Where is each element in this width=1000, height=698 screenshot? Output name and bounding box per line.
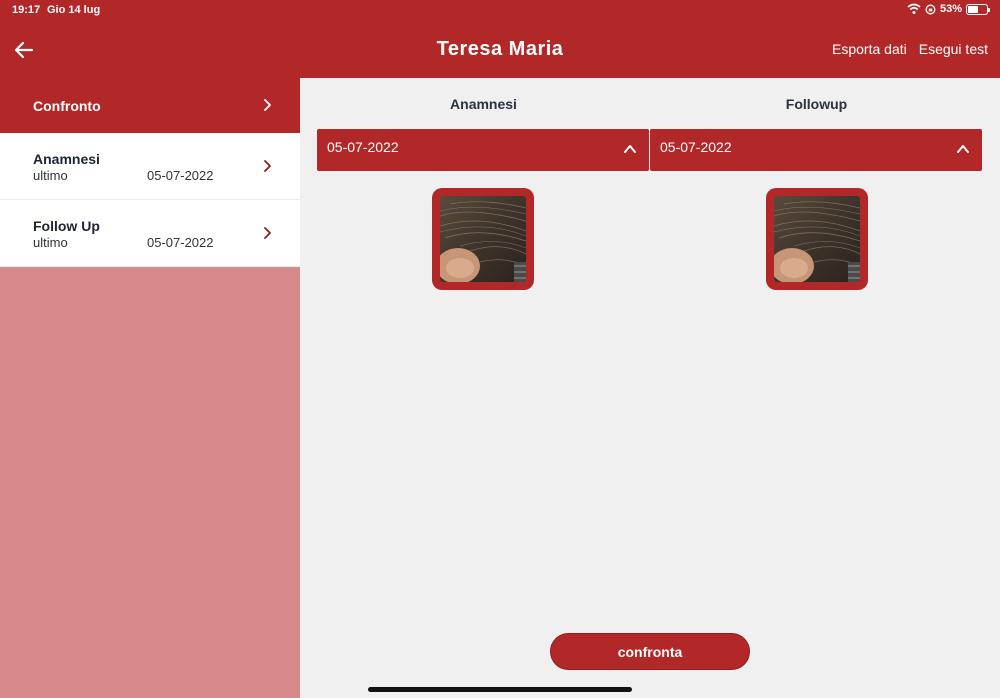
compare-button[interactable]: confronta: [550, 633, 750, 670]
chevron-up-icon: [624, 145, 636, 153]
chevron-right-icon: [264, 99, 271, 111]
scalp-photo: [436, 196, 527, 284]
sidebar-item-label: Confronto: [33, 98, 101, 114]
orientation-lock-icon: [925, 4, 936, 14]
app-header: 19:17 Gio 14 lug 53% Teresa Maria Esport…: [0, 0, 1000, 78]
sidebar-item-subtitle: ultimo: [33, 168, 68, 183]
sidebar-item-confronto[interactable]: Confronto: [0, 78, 300, 133]
status-date: Gio 14 lug: [47, 4, 101, 16]
home-indicator[interactable]: [368, 687, 632, 692]
wifi-icon: [907, 3, 921, 14]
sidebar-item-anamnesi[interactable]: Anamnesi ultimo 05-07-2022: [0, 133, 300, 200]
sidebar-item-date: 05-07-2022: [147, 235, 214, 250]
selected-date: 05-07-2022: [660, 139, 732, 155]
sidebar-item-date: 05-07-2022: [147, 168, 214, 183]
status-time: 19:17: [12, 4, 41, 16]
battery-icon: [966, 3, 990, 15]
battery-percent: 53%: [939, 3, 962, 15]
sidebar-item-subtitle: ultimo: [33, 235, 68, 250]
scalp-photo: [770, 196, 861, 284]
run-test-button[interactable]: Esegui test: [919, 41, 988, 57]
anamnesi-date-select[interactable]: 05-07-2022: [317, 129, 649, 171]
sidebar: Confronto Anamnesi ultimo 05-07-2022 Fol…: [0, 78, 300, 698]
column-title-anamnesi: Anamnesi: [450, 96, 517, 112]
sidebar-item-label: Anamnesi: [33, 151, 100, 167]
battery-level: [968, 5, 978, 13]
chevron-up-icon: [957, 145, 969, 153]
followup-date-select[interactable]: 05-07-2022: [650, 129, 982, 171]
followup-photo-thumbnail[interactable]: [766, 188, 868, 290]
chevron-right-icon: [264, 160, 271, 172]
header-actions: Esporta dati Esegui test: [832, 41, 988, 57]
anamnesi-photo-thumbnail[interactable]: [432, 188, 534, 290]
sidebar-item-label: Follow Up: [33, 218, 100, 234]
chevron-right-icon: [264, 227, 271, 239]
status-indicators: 53%: [907, 3, 990, 15]
sidebar-item-follow-up[interactable]: Follow Up ultimo 05-07-2022: [0, 200, 300, 267]
export-data-button[interactable]: Esporta dati: [832, 41, 907, 57]
column-title-followup: Followup: [785, 96, 848, 112]
selected-date: 05-07-2022: [327, 139, 399, 155]
